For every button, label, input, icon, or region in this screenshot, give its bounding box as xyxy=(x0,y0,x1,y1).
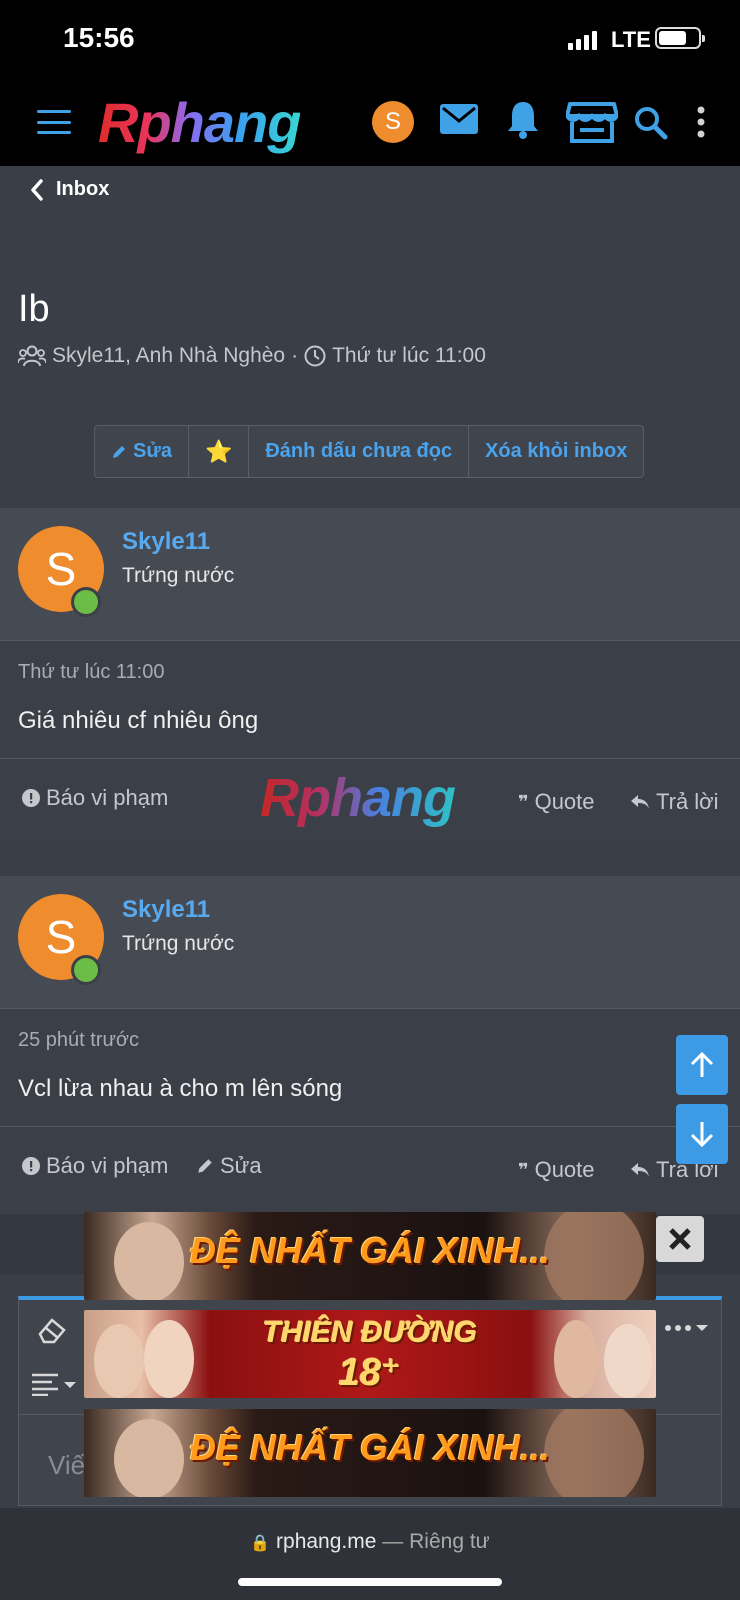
reply-label: Trả lời xyxy=(656,789,719,814)
conversation-actions: Sửa ⭐ Đánh dấu chưa đọc Xóa khỏi inbox xyxy=(94,425,645,478)
browser-address-bar xyxy=(0,1508,740,1600)
screen: 15:56 LTE Rphang S Inbox Ib Skyle11, Anh… xyxy=(0,0,740,1600)
post-body: Vcl lừa nhau à cho m lên sóng xyxy=(18,1075,343,1102)
users-icon xyxy=(18,345,46,367)
back-to-inbox-link[interactable]: Inbox xyxy=(30,178,109,201)
post-footer: Báo vi phạm Rphang ❞ Quote Trả lời xyxy=(0,758,740,844)
participants-link[interactable]: Skyle11, Anh Nhà Nghèo xyxy=(52,344,285,368)
ad-banner[interactable]: ĐỆ NHẤT GÁI XINH... xyxy=(84,1212,656,1300)
user-avatar[interactable]: S xyxy=(372,101,414,143)
more-options-dropdown-icon[interactable] xyxy=(664,1320,710,1336)
report-button[interactable]: Báo vi phạm xyxy=(22,785,168,811)
online-status-icon xyxy=(71,587,101,617)
alert-icon xyxy=(22,1157,40,1175)
edit-label: Sửa xyxy=(133,440,172,462)
ad-text: ĐỆ NHẤT GÁI XINH... xyxy=(189,1230,551,1271)
scroll-to-bottom-button[interactable] xyxy=(676,1104,728,1164)
bell-icon[interactable] xyxy=(506,100,540,140)
report-label: Báo vi phạm xyxy=(46,1153,169,1178)
domain-text: rphang.me xyxy=(276,1530,377,1553)
remove-from-inbox-button[interactable]: Xóa khỏi inbox xyxy=(469,426,643,477)
address-bar[interactable]: 🔒 rphang.me — Riêng tư xyxy=(0,1530,740,1554)
ad-text: 18⁺ xyxy=(338,1352,402,1394)
home-indicator[interactable] xyxy=(238,1578,502,1586)
reply-button[interactable]: Trả lời xyxy=(630,789,719,815)
reply-icon xyxy=(631,795,649,809)
back-label: Inbox xyxy=(56,178,110,200)
pencil-icon xyxy=(198,1159,212,1173)
ad-banner[interactable]: THIÊN ĐƯỜNG 18⁺ xyxy=(84,1310,656,1398)
ad-text: THIÊN ĐƯỜNG xyxy=(262,1316,478,1349)
post-footer: Báo vi phạm Sửa ❞ Quote Trả lời xyxy=(0,1126,740,1212)
ad-banner[interactable]: ĐỆ NHẤT GÁI XINH... xyxy=(84,1409,656,1497)
network-label: LTE xyxy=(611,27,651,52)
report-label: Báo vi phạm xyxy=(46,785,169,810)
clock-icon xyxy=(304,345,326,367)
post-header: S Skyle11 Trứng nước xyxy=(0,508,740,641)
close-ad-button[interactable] xyxy=(656,1216,704,1262)
report-button[interactable]: Báo vi phạm xyxy=(22,1153,168,1179)
edit-button[interactable]: Sửa xyxy=(95,426,189,477)
reply-icon xyxy=(631,1163,649,1177)
page-title: Ib xyxy=(18,288,50,330)
message-post: S Skyle11 Trứng nước Thứ tư lúc 11:00 Gi… xyxy=(0,508,740,844)
site-logo[interactable]: Rphang xyxy=(98,90,301,155)
alert-icon xyxy=(22,789,40,807)
post-time[interactable]: 25 phút trước xyxy=(18,1029,139,1052)
status-time: 15:56 xyxy=(63,22,135,53)
quote-icon: ❞ xyxy=(518,1159,529,1180)
align-dropdown-icon[interactable] xyxy=(30,1372,78,1396)
message-post: S Skyle11 Trứng nước 25 phút trước Vcl l… xyxy=(0,876,740,1214)
close-icon xyxy=(669,1228,691,1250)
conversation-meta: Skyle11, Anh Nhà Nghèo · Thứ tư lúc 11:0… xyxy=(18,344,486,368)
editor-placeholder: Viế xyxy=(48,1450,86,1480)
scroll-to-top-button[interactable] xyxy=(676,1035,728,1095)
mark-unread-button[interactable]: Đánh dấu chưa đọc xyxy=(249,426,470,477)
quote-icon: ❞ xyxy=(518,791,529,812)
arrow-down-icon xyxy=(690,1122,714,1148)
meta-separator: · xyxy=(291,344,299,367)
quote-label: Quote xyxy=(534,1157,595,1182)
post-user-rank: Trứng nước xyxy=(122,564,235,587)
pencil-icon xyxy=(113,445,125,458)
star-icon: ⭐ xyxy=(204,438,233,464)
lock-icon: 🔒 xyxy=(250,1535,271,1552)
mail-icon[interactable] xyxy=(440,104,478,134)
search-icon[interactable] xyxy=(634,106,668,140)
hamburger-menu-icon[interactable] xyxy=(37,110,71,134)
quote-label: Quote xyxy=(534,789,595,814)
battery-icon xyxy=(655,27,705,49)
arrow-up-icon xyxy=(690,1051,714,1077)
privacy-text: Riêng tư xyxy=(409,1530,490,1553)
quote-button[interactable]: ❞ Quote xyxy=(518,789,595,815)
conversation-time: Thứ tư lúc 11:00 xyxy=(332,344,486,367)
ad-text: ĐỆ NHẤT GÁI XINH... xyxy=(189,1427,551,1468)
watermark-logo: Rphang xyxy=(260,768,456,828)
more-vertical-icon[interactable] xyxy=(696,106,706,138)
post-username[interactable]: Skyle11 xyxy=(122,896,210,924)
eraser-icon[interactable] xyxy=(36,1316,68,1344)
edit-post-label: Sửa xyxy=(220,1153,262,1178)
edit-post-button[interactable]: Sửa xyxy=(196,1153,262,1179)
post-user-rank: Trứng nước xyxy=(122,932,235,955)
post-header: S Skyle11 Trứng nước xyxy=(0,876,740,1009)
quote-button[interactable]: ❞ Quote xyxy=(518,1157,595,1183)
chevron-left-icon xyxy=(31,178,43,201)
online-status-icon xyxy=(71,955,101,985)
star-button[interactable]: ⭐ xyxy=(189,426,250,477)
dash-separator: — xyxy=(382,1530,404,1553)
post-time[interactable]: Thứ tư lúc 11:00 xyxy=(18,661,164,684)
post-username[interactable]: Skyle11 xyxy=(122,528,210,556)
store-icon[interactable] xyxy=(566,100,618,144)
signal-icon xyxy=(568,30,597,50)
post-body: Giá nhiêu cf nhiêu ông xyxy=(18,707,259,734)
